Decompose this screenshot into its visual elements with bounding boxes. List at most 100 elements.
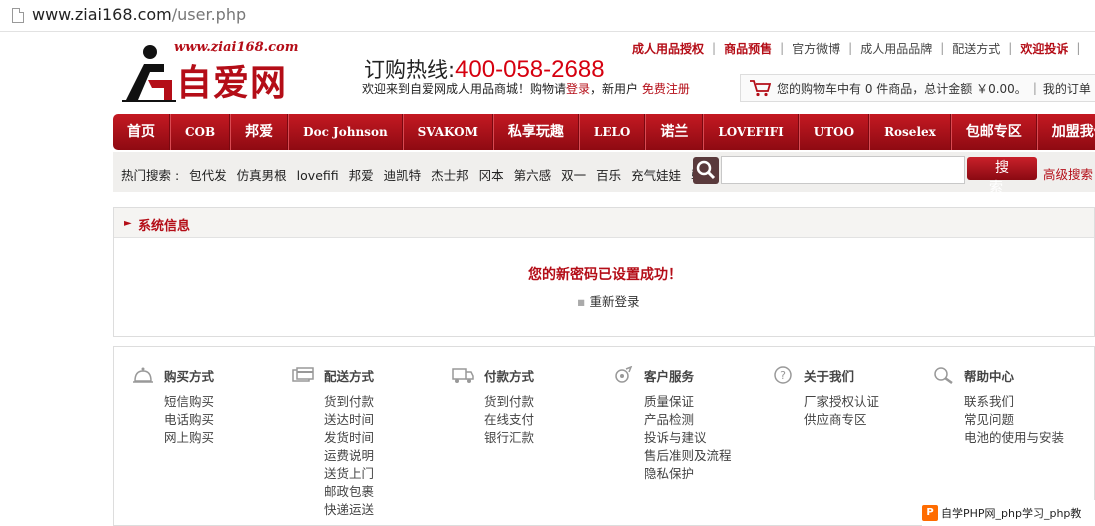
- main-nav: 首页 COB 邦爱 Doc Johnson SVAKOM 私享玩趣 LELO 诺…: [113, 114, 1095, 150]
- nav-utoo[interactable]: UTOO: [798, 114, 870, 150]
- footer-link[interactable]: 送达时间: [324, 411, 452, 429]
- nav-lelo[interactable]: LELO: [578, 114, 646, 150]
- nav-free-shipping[interactable]: 包邮专区: [950, 114, 1037, 150]
- relogin-link[interactable]: 重新登录: [589, 294, 639, 309]
- footer-link[interactable]: 售后准则及流程: [644, 447, 772, 465]
- logo-mark-icon: [122, 45, 176, 102]
- php-logo-icon: P: [922, 505, 938, 521]
- hot-keyword[interactable]: 包代发: [189, 168, 227, 183]
- nav-lovefifi[interactable]: LOVEFIFI: [703, 114, 799, 150]
- footer-link[interactable]: 投诉与建议: [644, 429, 772, 447]
- hot-keyword[interactable]: 迪凯特: [384, 168, 422, 183]
- footer-link[interactable]: 运费说明: [324, 447, 452, 465]
- system-info-header: ► 系统信息: [114, 208, 1094, 238]
- footer-link[interactable]: 在线支付: [484, 411, 612, 429]
- nav-svakom[interactable]: SVAKOM: [402, 114, 493, 150]
- logo-url: www.ziai168.com: [174, 40, 299, 55]
- search-input[interactable]: [721, 156, 965, 184]
- relogin-item[interactable]: ▪ 重新登录: [577, 291, 640, 310]
- topnav-presale[interactable]: 商品预售: [716, 40, 780, 57]
- hot-keyword[interactable]: 第六感: [514, 168, 552, 183]
- question-icon: ?: [774, 366, 792, 384]
- my-order-link[interactable]: 我的订单: [1043, 80, 1091, 97]
- hot-keyword[interactable]: 百乐: [596, 168, 621, 183]
- search-help-icon: [934, 367, 953, 384]
- footer-col-payment: 付款方式 货到付款 在线支付 银行汇款: [452, 365, 612, 447]
- watermark-text: 自学PHP网_php学习_php教: [941, 507, 1082, 520]
- footer-link[interactable]: 货到付款: [484, 393, 612, 411]
- footer-link[interactable]: 发货时间: [324, 429, 452, 447]
- topnav-brands[interactable]: 成人用品品牌: [852, 40, 940, 57]
- footer-col-delivery: 配送方式 货到付款 送达时间 发货时间 运费说明 送货上门 邮政包裹 快递运送: [292, 365, 452, 519]
- nav-nuolan[interactable]: 诺兰: [645, 114, 704, 150]
- nav-roselex[interactable]: Roselex: [869, 114, 951, 150]
- nav-bangai[interactable]: 邦爱: [230, 114, 289, 150]
- nav-join-us[interactable]: 加盟我们: [1036, 114, 1095, 150]
- success-message: 您的新密码已设置成功！: [528, 267, 682, 283]
- nav-cob[interactable]: COB: [170, 114, 231, 150]
- system-info-title: 系统信息: [138, 219, 191, 234]
- logo-text: 自爱网: [176, 63, 288, 104]
- hot-keywords: 热门搜索 : 包代发 仿真男根 lovefifi 邦爱 迪凯特 杰士邦 冈本 第…: [121, 165, 722, 184]
- advanced-search-link[interactable]: 高级搜索: [1043, 164, 1093, 183]
- footer-link[interactable]: 银行汇款: [484, 429, 612, 447]
- site-logo[interactable]: www.ziai168.com 自爱网: [118, 40, 308, 106]
- url-text[interactable]: www.ziai168.com/user.php: [32, 5, 246, 24]
- topnav-delivery[interactable]: 配送方式: [944, 40, 1008, 57]
- hot-search-label: 热门搜索 :: [121, 168, 180, 183]
- hot-keyword[interactable]: 充气娃娃: [631, 168, 681, 183]
- arrow-right-icon: ►: [124, 218, 132, 229]
- hot-keyword[interactable]: lovefifi: [297, 168, 339, 183]
- bell-icon: [133, 367, 153, 383]
- footer-col-about: ? 关于我们 厂家授权认证 供应商专区: [772, 365, 932, 429]
- nav-private-fun[interactable]: 私享玩趣: [492, 114, 579, 150]
- page-icon: [12, 8, 24, 23]
- bullet-icon: ▪: [577, 294, 586, 309]
- footer-link[interactable]: 送货上门: [324, 465, 452, 483]
- footer-link[interactable]: 供应商专区: [804, 411, 932, 429]
- footer-col-buy: 购买方式 短信购买 电话购买 网上购买: [132, 365, 292, 447]
- footer-title: 付款方式: [484, 368, 535, 384]
- footer-link[interactable]: 隐私保护: [644, 465, 772, 483]
- welcome-prefix: 欢迎来到自爱网成人用品商城！购物请: [362, 82, 567, 96]
- footer-link[interactable]: 产品检测: [644, 411, 772, 429]
- hot-keyword[interactable]: 双一: [561, 168, 586, 183]
- topnav-complaint[interactable]: 欢迎投诉: [1012, 40, 1076, 57]
- search-button[interactable]: 搜 索: [967, 157, 1037, 195]
- footer-link[interactable]: 联系我们: [964, 393, 1092, 411]
- card-icon: [292, 367, 314, 382]
- register-link[interactable]: 免费注册: [642, 82, 690, 96]
- footer-link[interactable]: 货到付款: [324, 393, 452, 411]
- welcome-middle: ，新用户: [590, 82, 639, 96]
- footer-link[interactable]: 厂家授权认证: [804, 393, 932, 411]
- footer-title: 购买方式: [164, 368, 215, 384]
- cart-summary[interactable]: 您的购物车中有 0 件商品，总计金额 ￥0.00。 | 我的订单: [740, 74, 1095, 102]
- hot-keyword[interactable]: 冈本: [479, 168, 504, 183]
- svg-text:?: ?: [780, 369, 786, 382]
- hot-keyword[interactable]: 邦爱: [349, 168, 374, 183]
- topnav-authorization[interactable]: 成人用品授权: [624, 40, 712, 57]
- footer-help: 购买方式 短信购买 电话购买 网上购买 配送方式 货到付款 送达时间 发货时间 …: [113, 346, 1095, 526]
- footer-link[interactable]: 电池的使用与安装: [964, 429, 1092, 447]
- hot-keyword[interactable]: 杰士邦: [431, 168, 469, 183]
- footer-link[interactable]: 质量保证: [644, 393, 772, 411]
- nav-home[interactable]: 首页: [113, 114, 170, 150]
- hotline-label: 订购热线:: [364, 58, 456, 82]
- cart-icon: [750, 80, 771, 97]
- search-bar: 热门搜索 : 包代发 仿真男根 lovefifi 邦爱 迪凯特 杰士邦 冈本 第…: [113, 152, 1095, 195]
- footer-link[interactable]: 邮政包裹: [324, 483, 452, 501]
- footer-link[interactable]: 电话购买: [164, 411, 292, 429]
- nav-doc-johnson[interactable]: Doc Johnson: [288, 114, 403, 150]
- footer-link[interactable]: 短信购买: [164, 393, 292, 411]
- footer-link[interactable]: 快递运送: [324, 501, 452, 519]
- system-info-box: ► 系统信息 您的新密码已设置成功！ ▪ 重新登录: [113, 207, 1095, 337]
- hot-keyword[interactable]: 仿真男根: [237, 168, 287, 183]
- footer-title: 帮助中心: [964, 368, 1015, 384]
- footer-link[interactable]: 网上购买: [164, 429, 292, 447]
- footer-title: 客户服务: [644, 368, 695, 384]
- footer-link[interactable]: 常见问题: [964, 411, 1092, 429]
- topnav-weibo[interactable]: 官方微博: [784, 40, 848, 57]
- login-link[interactable]: 登录: [566, 82, 590, 96]
- top-nav: 成人用品授权 | 商品预售 | 官方微博 | 成人用品品牌 | 配送方式 | 欢迎投诉 |: [624, 38, 1080, 58]
- browser-url-bar[interactable]: www.ziai168.com/user.php: [0, 0, 1095, 32]
